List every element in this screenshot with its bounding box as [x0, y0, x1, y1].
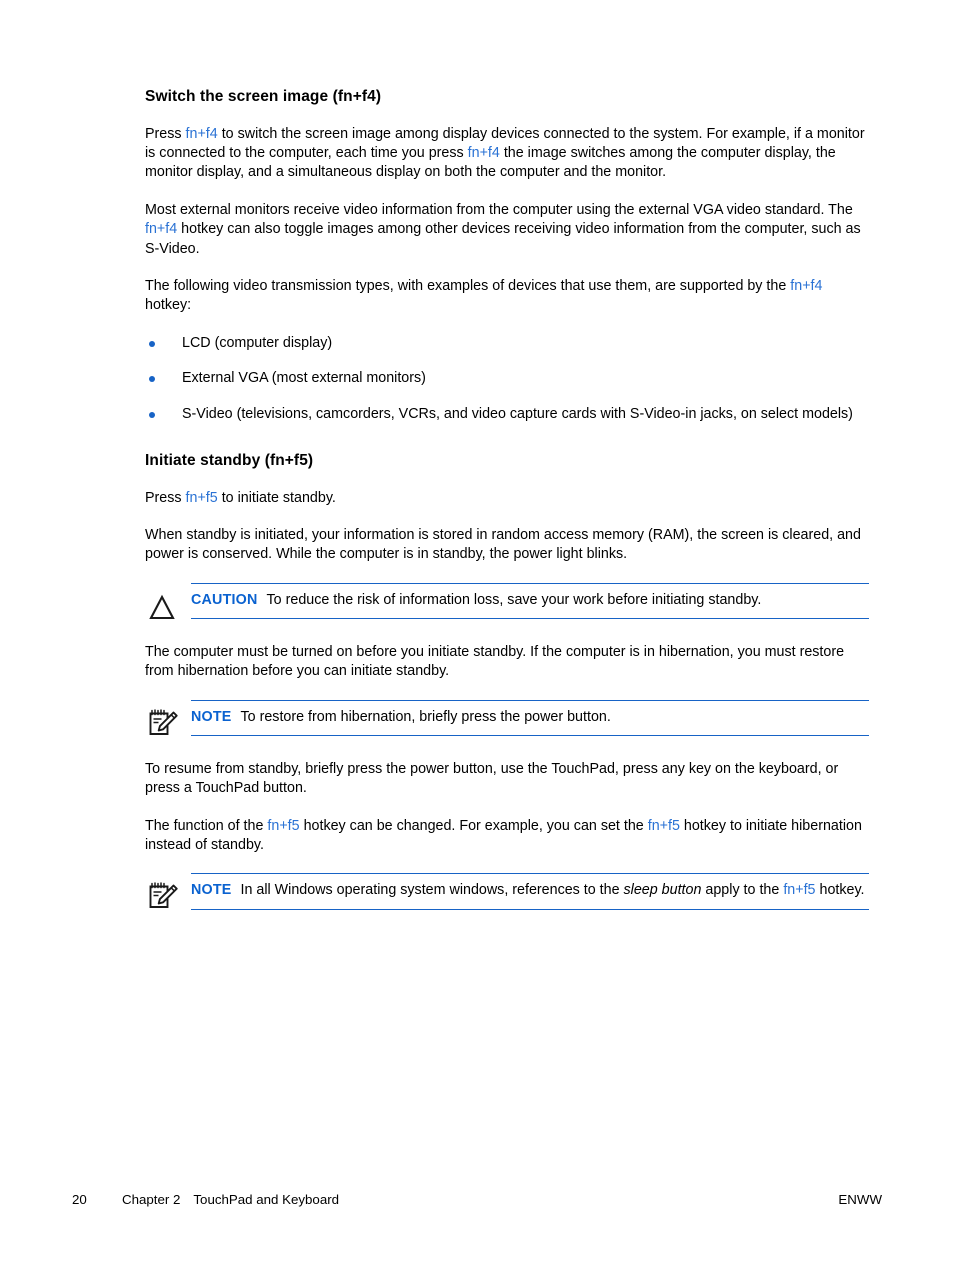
note-message-italic: sleep button	[623, 882, 702, 899]
hotkey-link-fn-f4[interactable]: fn+f4	[790, 278, 822, 294]
note-message-part: apply to the	[701, 882, 784, 899]
caution-label: CAUTION	[191, 591, 258, 608]
footer-page-number: 20	[72, 1192, 87, 1207]
paragraph-press-fn-f5: Press fn+f5 to initiate standby.	[145, 489, 869, 508]
list-item-label: S-Video (televisions, camcorders, VCRs, …	[182, 405, 853, 422]
note-message-part: hotkey.	[815, 882, 865, 899]
paragraph-change-hotkey-function: The function of the fn+f5 hotkey can be …	[145, 817, 869, 856]
text-fragment: hotkey can be changed. For example, you …	[299, 817, 648, 834]
note-rule-container: NOTE In all Windows operating system wind…	[191, 873, 869, 910]
list-item: LCD (computer display)	[145, 334, 869, 353]
hotkey-link-fn-f5[interactable]: fn+f5	[783, 882, 815, 898]
bullet-dot-icon	[149, 376, 155, 383]
note-message: To restore from hibernation, briefly pre…	[240, 708, 611, 725]
hotkey-link-fn-f5[interactable]: fn+f5	[267, 818, 299, 834]
warning-triangle-icon	[145, 589, 179, 623]
video-transmission-list: LCD (computer display) External VGA (mos…	[145, 334, 869, 424]
heading-switch-screen-image: Switch the screen image (fn+f4)	[145, 88, 382, 105]
list-item-label: External VGA (most external monitors)	[182, 370, 426, 387]
caution-message: To reduce the risk of information loss, …	[266, 591, 762, 608]
footer-chapter-number: Chapter 2	[122, 1192, 181, 1207]
notepad-pencil-icon	[145, 879, 179, 913]
paragraph-standby-description: When standby is initiated, your informat…	[145, 527, 861, 563]
hotkey-link-fn-f4[interactable]: fn+f4	[145, 221, 177, 237]
paragraph-external-monitors: Most external monitors receive video inf…	[145, 201, 869, 259]
text-fragment: The following video transmission types, …	[145, 278, 791, 295]
list-item-label: LCD (computer display)	[182, 334, 333, 351]
footer-language-code: ENWW	[838, 1192, 882, 1207]
note-box-sleep-button: NOTE In all Windows operating system wind…	[145, 873, 869, 915]
caution-rule-container: CAUTION To reduce the risk of information…	[191, 582, 869, 620]
text-fragment: hotkey:	[145, 297, 192, 314]
list-item: External VGA (most external monitors)	[145, 369, 869, 388]
document-page: Switch the screen image (fn+f4) Press fn…	[0, 0, 954, 1270]
footer-chapter-title: TouchPad and Keyboard	[193, 1192, 340, 1207]
hotkey-link-fn-f4[interactable]: fn+f4	[468, 145, 500, 161]
text-fragment: Most external monitors receive video inf…	[145, 201, 853, 218]
caution-text-line: CAUTION To reduce the risk of information…	[191, 591, 869, 610]
note-text-line: NOTE To restore from hibernation, briefly…	[191, 708, 869, 727]
paragraph-switch-intro: Press fn+f4 to switch the screen image a…	[145, 125, 869, 183]
text-fragment: Press	[145, 489, 186, 506]
heading-initiate-standby: Initiate standby (fn+f5)	[145, 452, 314, 470]
text-fragment: to initiate standby.	[217, 489, 336, 506]
page-content: Switch the screen image (fn+f4) Press fn…	[145, 88, 869, 933]
paragraph-hibernation-requirement: The computer must be turned on before yo…	[145, 643, 845, 680]
page-footer: 20 Chapter 2 TouchPad and Keyboard ENWW	[72, 1192, 882, 1207]
note-rule-container: NOTE To restore from hibernation, briefly…	[191, 699, 869, 737]
bullet-dot-icon	[149, 340, 155, 347]
footer-chapter-info: Chapter 2 TouchPad and Keyboard	[122, 1192, 838, 1207]
bullet-dot-icon	[149, 411, 155, 418]
text-fragment: Press	[145, 125, 186, 142]
note-box-restore-hibernation: NOTE To restore from hibernation, briefly…	[145, 699, 869, 742]
caution-box: CAUTION To reduce the risk of information…	[145, 582, 869, 625]
hotkey-link-fn-f5[interactable]: fn+f5	[648, 818, 680, 834]
text-fragment: The function of the	[145, 817, 268, 834]
text-fragment: hotkey can also toggle images among othe…	[145, 221, 861, 257]
paragraph-transmission-types: The following video transmission types, …	[145, 277, 869, 316]
note-text-line: NOTE In all Windows operating system wind…	[191, 881, 869, 900]
list-item: S-Video (televisions, camcorders, VCRs, …	[145, 405, 869, 424]
hotkey-link-fn-f4[interactable]: fn+f4	[186, 126, 218, 142]
note-message-part: In all Windows operating system windows,…	[240, 882, 624, 899]
paragraph-resume-standby: To resume from standby, briefly press th…	[145, 760, 839, 797]
note-label: NOTE	[191, 708, 232, 725]
hotkey-link-fn-f5[interactable]: fn+f5	[186, 490, 218, 506]
notepad-pencil-icon	[145, 706, 179, 740]
note-label: NOTE	[191, 882, 232, 899]
